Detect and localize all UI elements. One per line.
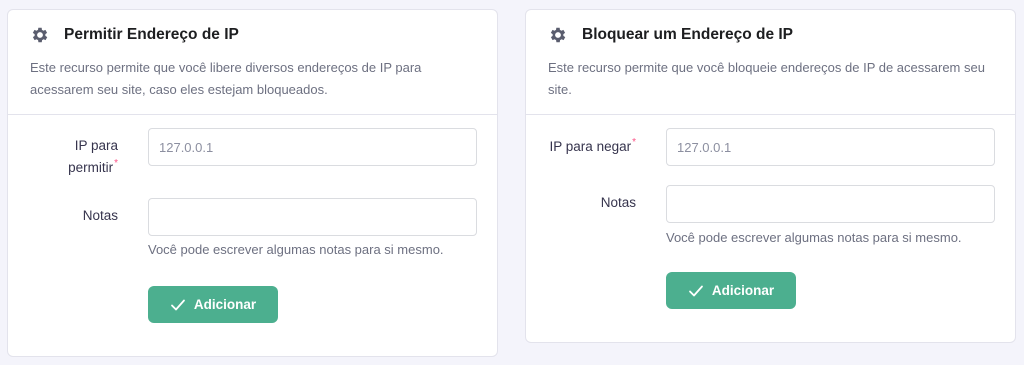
allow-ip-title: Permitir Endereço de IP [64, 26, 239, 43]
notes-input[interactable] [666, 185, 995, 223]
add-block-ip-button[interactable]: Adicionar [666, 272, 796, 309]
allow-ip-title-row: Permitir Endereço de IP [30, 24, 475, 46]
check-icon [170, 297, 186, 313]
notes-hint: Você pode escrever algumas notas para si… [666, 230, 962, 245]
add-allow-ip-button-label: Adicionar [193, 297, 257, 312]
notes-hint: Você pode escrever algumas notas para si… [148, 242, 444, 257]
notes-input[interactable] [148, 198, 477, 236]
gear-icon [30, 25, 50, 45]
block-ip-card: Bloquear um Endereço de IP Este recurso … [525, 9, 1016, 343]
notes-label: Notas [82, 208, 118, 223]
block-ip-description: Este recurso permite que você bloqueie e… [548, 60, 985, 97]
allow-ip-card: Permitir Endereço de IP Este recurso per… [7, 9, 498, 357]
allow-ip-description: Este recurso permite que você libere div… [30, 60, 422, 97]
ip-allow-label-line2: permitir [68, 160, 114, 175]
block-ip-card-header: Bloquear um Endereço de IP Este recurso … [526, 10, 1015, 115]
required-asterisk: * [632, 137, 636, 148]
check-icon [688, 283, 704, 299]
ip-allow-label-line1: IP para [74, 138, 118, 153]
allow-ip-card-header: Permitir Endereço de IP Este recurso per… [8, 10, 497, 115]
add-block-ip-button-label: Adicionar [711, 283, 775, 298]
ip-block-input[interactable] [666, 128, 995, 166]
block-ip-title-row: Bloquear um Endereço de IP [548, 24, 993, 46]
notes-label: Notas [600, 195, 636, 210]
gear-icon [548, 25, 568, 45]
ip-block-label: IP para negar* [536, 136, 636, 158]
block-ip-title: Bloquear um Endereço de IP [582, 26, 794, 43]
ip-allow-input[interactable] [148, 128, 477, 166]
required-asterisk: * [114, 158, 118, 169]
ip-allow-label: IP para permitir* [48, 135, 118, 179]
add-allow-ip-button[interactable]: Adicionar [148, 286, 278, 323]
ip-block-label-text: IP para negar [549, 139, 632, 154]
